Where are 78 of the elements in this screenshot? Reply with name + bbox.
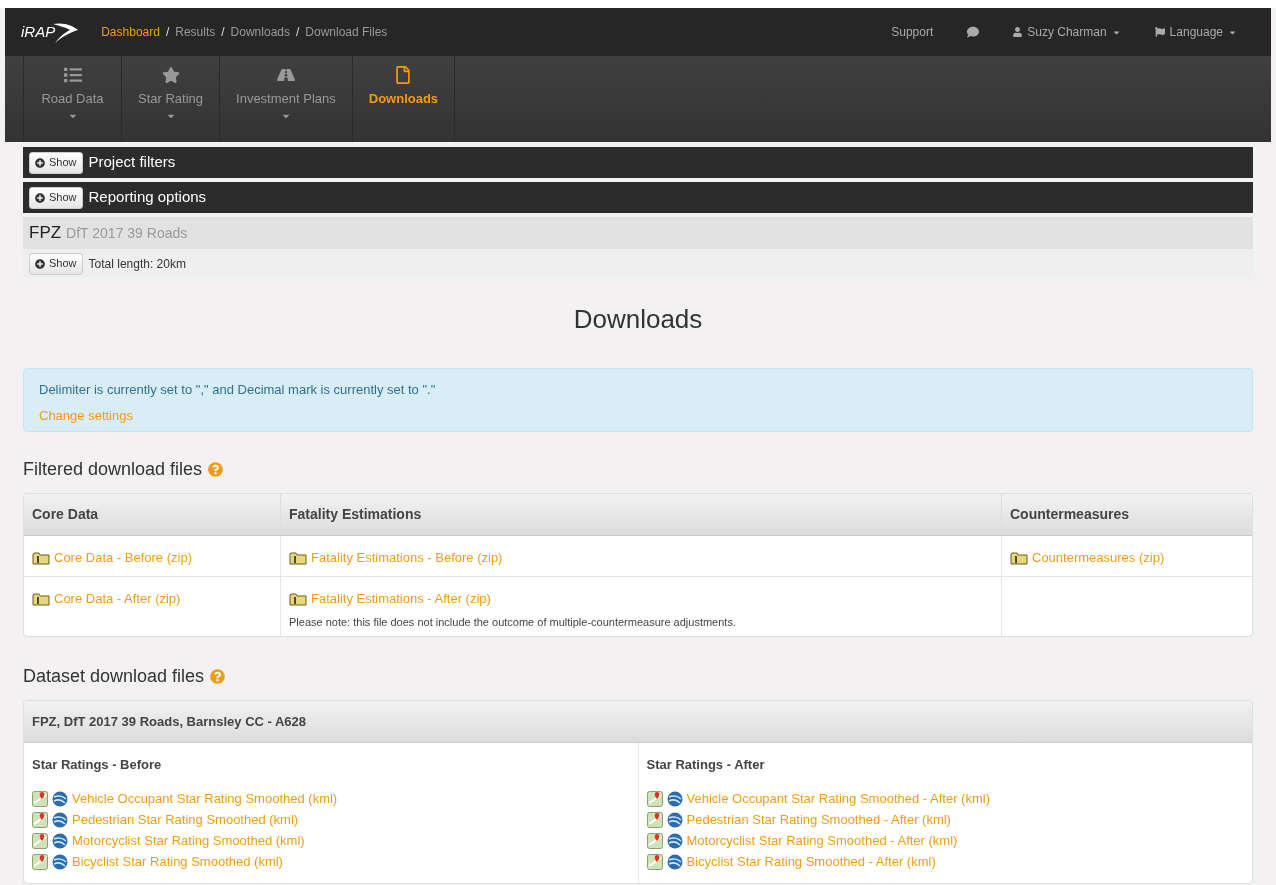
panel-title: Project filters — [88, 152, 176, 173]
dataset-title: FPZ, DfT 2017 39 Roads, Barnsley CC - A628 — [32, 712, 307, 731]
nav-tab[interactable]: Downloads — [351, 56, 456, 142]
folder-icon — [32, 550, 50, 565]
folder-icon — [289, 591, 307, 606]
road-icon — [276, 66, 295, 84]
project-name: DfT 2017 39 Roads — [66, 223, 188, 243]
download-link[interactable]: Countermeasures (zip) — [1010, 548, 1165, 568]
globe-icon[interactable] — [52, 854, 68, 870]
file-note: Please note: this file does not include the outcome of multiple-countermeasure adjustments. — [289, 614, 737, 630]
download-link[interactable]: Core Data - Before (zip) — [32, 548, 192, 568]
page-heading: Downloads — [572, 303, 704, 336]
globe-icon[interactable] — [666, 854, 683, 870]
map-icon[interactable] — [646, 791, 663, 807]
folder-icon — [32, 591, 50, 606]
group-title: Star Ratings - After — [646, 756, 766, 774]
show-button[interactable]: Show — [29, 186, 83, 209]
map-icon[interactable] — [32, 812, 48, 828]
globe-icon[interactable] — [666, 791, 683, 807]
globe-icon[interactable] — [666, 833, 683, 849]
project-code: FPZ — [29, 222, 62, 245]
alert-text: Delimiter is currently set to "," and Decimal mark is currently set to "." — [39, 381, 437, 399]
language-menu[interactable]: Language — [1154, 23, 1237, 41]
breadcrumb-separator: / — [165, 24, 170, 41]
section-title: Filtered download files — [23, 458, 203, 481]
kml-download-link[interactable]: Pedestrian Star Rating Smoothed - After (kml) — [686, 810, 951, 830]
nav-tab[interactable]: Star Rating — [121, 56, 220, 142]
show-button[interactable]: Show — [29, 151, 83, 174]
kml-download-link[interactable]: Vehicle Occupant Star Rating Smoothed - After (kml) — [686, 789, 990, 809]
breadcrumb-link[interactable]: Downloads — [230, 23, 290, 41]
globe-icon[interactable] — [52, 833, 68, 849]
kml-download-link[interactable]: Motorcyclist Star Rating Smoothed (kml) — [72, 831, 305, 851]
show-button[interactable]: Show — [29, 252, 83, 275]
file-icon — [394, 66, 413, 84]
column-header: Core Data — [31, 505, 100, 524]
nav-tab[interactable]: Road Data — [23, 56, 121, 142]
support-link[interactable]: Support — [891, 23, 934, 41]
list-icon — [63, 66, 82, 84]
plus-icon — [35, 157, 45, 168]
download-link[interactable]: Fatality Estimations - After (zip) — [289, 589, 491, 609]
user-menu[interactable]: Suzy Charman — [1013, 23, 1121, 41]
plus-icon — [35, 192, 45, 203]
section-title: Dataset download files — [23, 665, 205, 688]
globe-icon[interactable] — [666, 812, 683, 828]
breadcrumb-separator: / — [296, 24, 300, 41]
download-link[interactable]: Core Data - After (zip) — [32, 589, 181, 609]
kml-download-link[interactable]: Bicyclist Star Rating Smoothed - After (kml) — [686, 852, 936, 872]
map-icon[interactable] — [32, 833, 48, 849]
group-title: Star Ratings - Before — [32, 756, 163, 774]
logo[interactable]: iRAP — [21, 20, 80, 44]
breadcrumb-link[interactable]: Dashboard — [101, 23, 160, 41]
plus-icon — [35, 258, 45, 269]
user-icon — [1013, 27, 1023, 37]
kml-download-link[interactable]: Vehicle Occupant Star Rating Smoothed (kml) — [72, 789, 338, 809]
map-icon[interactable] — [32, 854, 48, 870]
folder-icon — [289, 550, 307, 565]
kml-download-link[interactable]: Motorcyclist Star Rating Smoothed - After (kml) — [686, 831, 958, 851]
map-icon[interactable] — [646, 812, 663, 828]
nav-tab[interactable]: Investment Plans — [219, 56, 352, 142]
download-link[interactable]: Fatality Estimations - Before (zip) — [289, 548, 503, 568]
map-icon[interactable] — [646, 833, 663, 849]
kml-download-link[interactable]: Pedestrian Star Rating Smoothed (kml) — [72, 810, 299, 830]
star-icon — [161, 66, 180, 84]
map-icon[interactable] — [646, 854, 663, 870]
breadcrumb-link[interactable]: Download Files — [305, 23, 388, 41]
kml-download-link[interactable]: Bicyclist Star Rating Smoothed (kml) — [72, 852, 283, 872]
breadcrumb-separator: / — [221, 24, 225, 41]
chat-icon[interactable] — [967, 26, 980, 38]
map-icon[interactable] — [32, 791, 48, 807]
panel-title: Reporting options — [88, 187, 207, 208]
column-header: Countermeasures — [1001, 494, 1252, 535]
folder-icon — [1010, 550, 1028, 565]
breadcrumb-link[interactable]: Results — [175, 23, 216, 41]
total-length: Total length: 20km — [88, 255, 186, 273]
globe-icon[interactable] — [52, 812, 68, 828]
flag-icon — [1154, 27, 1165, 37]
globe-icon[interactable] — [52, 791, 68, 807]
column-header: Fatality Estimations — [280, 494, 1001, 535]
